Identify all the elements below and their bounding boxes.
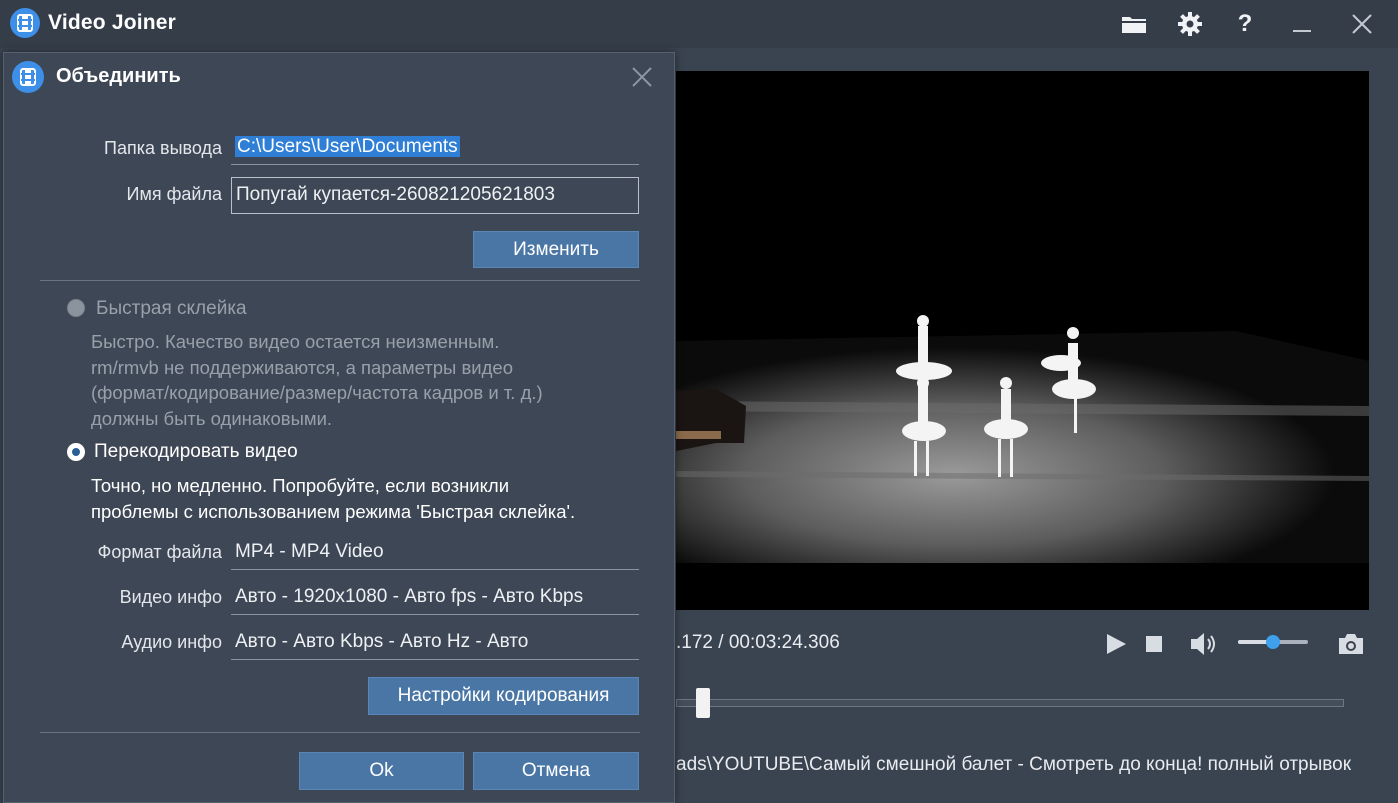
folder-icon[interactable] (1118, 8, 1150, 40)
close-icon[interactable] (1346, 8, 1378, 40)
dialog-title: Объединить (56, 65, 181, 87)
file-name-input[interactable]: Попугай купается-260821205621803 (231, 177, 639, 214)
help-icon[interactable]: ? (1229, 8, 1261, 40)
video-frame-image (676, 71, 1369, 610)
output-folder-field[interactable]: C:\Users\User\Documents (231, 131, 639, 165)
dialog-logo-icon (12, 61, 44, 93)
app-title: Video Joiner (48, 11, 177, 34)
fast-join-desc-line: (формат/кодирование/размер/частота кадро… (91, 382, 543, 403)
reencode-desc-line: Точно, но медленно. Попробуйте, если воз… (91, 475, 510, 496)
cancel-button[interactable]: Отмена (473, 752, 639, 790)
volume-knob[interactable] (1266, 635, 1280, 649)
ok-button[interactable]: Ok (299, 752, 464, 790)
format-select[interactable]: MP4 - MP4 Video (231, 536, 639, 570)
stop-icon[interactable] (1138, 628, 1170, 660)
fast-join-desc-line: rm/rmvb не поддерживаются, а параметры в… (91, 356, 514, 378)
time-readout: .172 / 00:03:24.306 (676, 632, 840, 653)
app-window: Video Joiner ? .172 / 00:03:24.306 ads\Y… (0, 0, 1398, 803)
output-folder-label: Папка вывода (104, 138, 222, 158)
fast-join-desc-line: должны быть одинаковыми. (91, 407, 333, 429)
fast-join-label[interactable]: Быстрая склейка (96, 298, 247, 320)
audio-info-field[interactable]: Авто - Авто Kbps - Авто Hz - Авто (231, 626, 639, 660)
gear-icon[interactable] (1174, 8, 1206, 40)
radio-dot (72, 448, 80, 456)
separator-bottom (40, 732, 640, 733)
encode-settings-button[interactable]: Настройки кодирования (368, 677, 639, 715)
camera-icon[interactable] (1334, 628, 1368, 660)
volume-slider[interactable] (1238, 635, 1308, 649)
file-path: ads\YOUTUBE\Самый смешной балет - Смотре… (676, 754, 1352, 775)
video-preview (676, 71, 1369, 610)
separator-top (40, 280, 640, 281)
seek-thumb[interactable] (695, 688, 710, 718)
audio-info-label: Аудио инфо (121, 632, 222, 652)
title-bar: Video Joiner ? (0, 0, 1398, 48)
app-logo-icon (10, 8, 40, 38)
fast-join-description: Быстро. Качество видео остается неизменн… (91, 329, 543, 431)
output-folder-value: C:\Users\User\Documents (235, 136, 460, 157)
dialog-close-icon[interactable] (628, 63, 656, 91)
seek-bar[interactable] (676, 699, 1344, 707)
volume-icon[interactable] (1186, 628, 1222, 660)
file-name-label: Имя файла (126, 184, 222, 204)
reencode-radio[interactable] (67, 443, 85, 461)
play-icon[interactable] (1100, 628, 1132, 660)
change-button[interactable]: Изменить (473, 231, 639, 268)
reencode-description: Точно, но медленно. Попробуйте, если воз… (91, 473, 575, 524)
video-info-field[interactable]: Авто - 1920x1080 - Авто fps - Авто Kbps (231, 581, 639, 615)
reencode-desc-line: проблемы с использованием режима 'Быстра… (91, 500, 576, 522)
video-info-label: Видео инфо (119, 587, 222, 607)
join-dialog: Объединить Папка вывода C:\Users\User\Do… (3, 52, 675, 803)
minimize-icon[interactable] (1286, 8, 1318, 40)
format-label: Формат файла (97, 542, 222, 562)
fast-join-desc-line: Быстро. Качество видео остается неизменн… (91, 331, 500, 352)
fast-join-radio[interactable] (67, 299, 85, 317)
reencode-label[interactable]: Перекодировать видео (94, 441, 298, 463)
